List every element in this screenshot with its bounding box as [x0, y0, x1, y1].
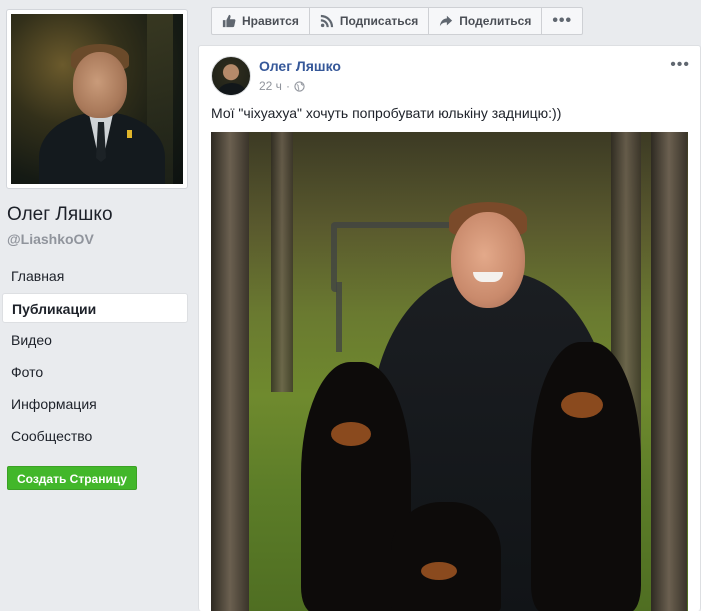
like-button[interactable]: Нравится	[212, 8, 310, 34]
post-meta: 22 ч ·	[259, 79, 305, 93]
subscribe-button[interactable]: Подписаться	[310, 8, 430, 34]
post-avatar[interactable]	[211, 56, 251, 96]
ellipsis-icon: •••	[552, 12, 573, 29]
more-actions-button[interactable]: •••	[542, 8, 582, 34]
page-handle[interactable]: @LiashkoOV	[7, 231, 94, 247]
share-button[interactable]: Поделиться	[429, 8, 543, 34]
meta-separator: ·	[285, 79, 290, 93]
share-arrow-icon	[440, 15, 453, 27]
globe-icon	[294, 80, 305, 92]
nav-item-videos[interactable]: Видео	[2, 325, 188, 355]
subscribe-label: Подписаться	[339, 14, 419, 28]
ellipsis-icon: •••	[670, 56, 690, 73]
post-card: Олег Ляшко 22 ч · ••• Мої "чіхуахуа" хоч…	[198, 45, 701, 611]
rss-icon	[320, 14, 333, 28]
post-author[interactable]: Олег Ляшко	[259, 58, 341, 74]
profile-picture[interactable]	[6, 9, 188, 189]
page-action-bar: Нравится Подписаться Поделиться •••	[211, 7, 584, 35]
share-label: Поделиться	[459, 14, 532, 28]
page-title[interactable]: Олег Ляшко	[7, 204, 113, 226]
nav-item-photos[interactable]: Фото	[2, 357, 188, 387]
like-label: Нравится	[242, 14, 299, 28]
page-nav: Главная Публикации Видео Фото Информация…	[2, 261, 188, 453]
nav-item-community[interactable]: Сообщество	[2, 421, 188, 451]
left-column: Олег Ляшко @LiashkoOV Главная Публикации…	[0, 0, 195, 611]
profile-photo	[11, 14, 183, 184]
post-text: Мої "чіхуахуа" хочуть попробувати юлькін…	[211, 105, 562, 121]
nav-item-about[interactable]: Информация	[2, 389, 188, 419]
post-photo[interactable]	[211, 132, 688, 611]
nav-item-home[interactable]: Главная	[2, 261, 188, 291]
create-page-button[interactable]: Создать Страницу	[7, 466, 137, 490]
post-options-button[interactable]: •••	[670, 56, 690, 74]
nav-item-posts[interactable]: Публикации	[2, 293, 188, 323]
post-timestamp[interactable]: 22 ч	[259, 79, 282, 93]
thumbs-up-icon	[222, 14, 236, 28]
